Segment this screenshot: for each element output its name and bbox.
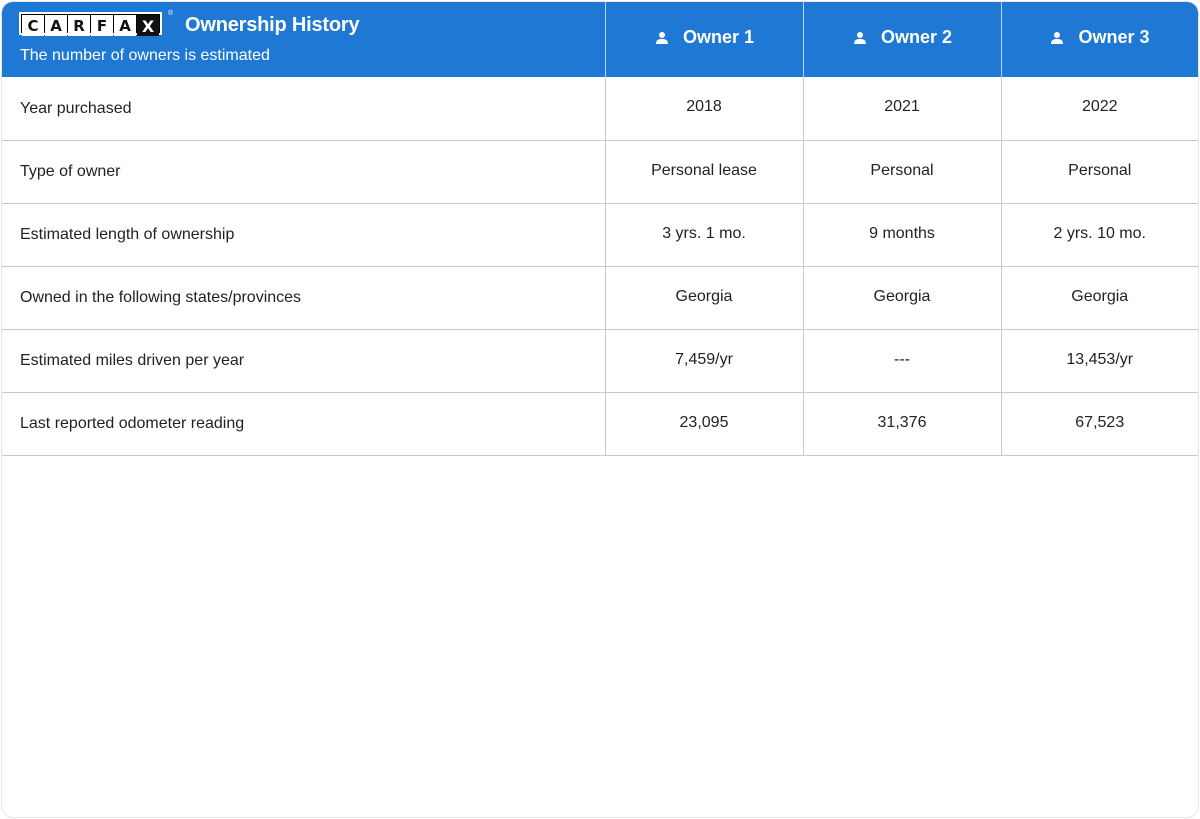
row-label: Estimated length of ownership bbox=[2, 203, 605, 267]
table-cell: 67,523 bbox=[1000, 392, 1198, 456]
row-label: Type of owner bbox=[2, 140, 605, 204]
ownership-history-card: C A R F A X ® Ownership History The numb… bbox=[1, 1, 1199, 818]
table-row: Estimated miles driven per year 7,459/yr… bbox=[2, 329, 1198, 393]
owner-1-header: Owner 1 bbox=[605, 2, 803, 77]
row-label: Year purchased bbox=[2, 77, 605, 141]
page-title: Ownership History bbox=[185, 14, 360, 36]
table-cell: Georgia bbox=[604, 266, 803, 330]
logo-letter: R bbox=[68, 15, 90, 36]
registered-mark: ® bbox=[168, 10, 174, 17]
table-cell: Personal lease bbox=[604, 140, 803, 204]
table-cell: 2018 bbox=[604, 77, 803, 141]
table-cell: Personal bbox=[802, 140, 1001, 204]
table-cell: 2021 bbox=[802, 77, 1001, 141]
table-header: C A R F A X ® Ownership History The numb… bbox=[2, 2, 1198, 77]
table-cell: Georgia bbox=[1000, 266, 1198, 330]
table-cell: 31,376 bbox=[802, 392, 1001, 456]
row-label: Last reported odometer reading bbox=[2, 392, 605, 456]
person-icon bbox=[1051, 31, 1064, 44]
person-icon bbox=[853, 31, 866, 44]
table-cell: 9 months bbox=[802, 203, 1001, 267]
table-cell: 13,453/yr bbox=[1000, 329, 1198, 393]
table-cell: 23,095 bbox=[604, 392, 803, 456]
logo-letter: A bbox=[45, 15, 67, 36]
owner-2-label: Owner 2 bbox=[880, 27, 953, 47]
table-cell: Georgia bbox=[802, 266, 1001, 330]
page-subtitle: The number of owners is estimated bbox=[20, 47, 270, 64]
table-cell: Personal bbox=[1000, 140, 1198, 204]
ownership-table: Year purchased 2018 2021 2022 Type of ow… bbox=[2, 77, 1198, 456]
person-icon bbox=[655, 31, 668, 44]
table-row: Owned in the following states/provinces … bbox=[2, 266, 1198, 330]
row-label: Estimated miles driven per year bbox=[2, 329, 605, 393]
logo-letter: A bbox=[114, 15, 136, 36]
table-row: Year purchased 2018 2021 2022 bbox=[2, 77, 1198, 141]
owner-3-label: Owner 3 bbox=[1078, 27, 1150, 47]
owner-2-header: Owner 2 bbox=[803, 2, 1001, 77]
table-cell: 2022 bbox=[1000, 77, 1198, 141]
logo-letter: C bbox=[22, 15, 44, 36]
owner-1-label: Owner 1 bbox=[682, 27, 755, 47]
owner-3-header: Owner 3 bbox=[1001, 2, 1198, 77]
table-cell: 7,459/yr bbox=[604, 329, 803, 393]
header-title-cell: C A R F A X ® Ownership History The numb… bbox=[2, 2, 605, 77]
carfax-logo: C A R F A X bbox=[19, 12, 162, 36]
row-label: Owned in the following states/provinces bbox=[2, 266, 605, 330]
table-cell: 2 yrs. 10 mo. bbox=[1000, 203, 1198, 267]
table-cell: 3 yrs. 1 mo. bbox=[604, 203, 803, 267]
table-row: Last reported odometer reading 23,095 31… bbox=[2, 392, 1198, 456]
table-row: Estimated length of ownership 3 yrs. 1 m… bbox=[2, 203, 1198, 267]
logo-letter: X bbox=[137, 15, 159, 36]
logo-letter: F bbox=[91, 15, 113, 36]
table-cell: --- bbox=[802, 329, 1001, 393]
table-row: Type of owner Personal lease Personal Pe… bbox=[2, 140, 1198, 204]
